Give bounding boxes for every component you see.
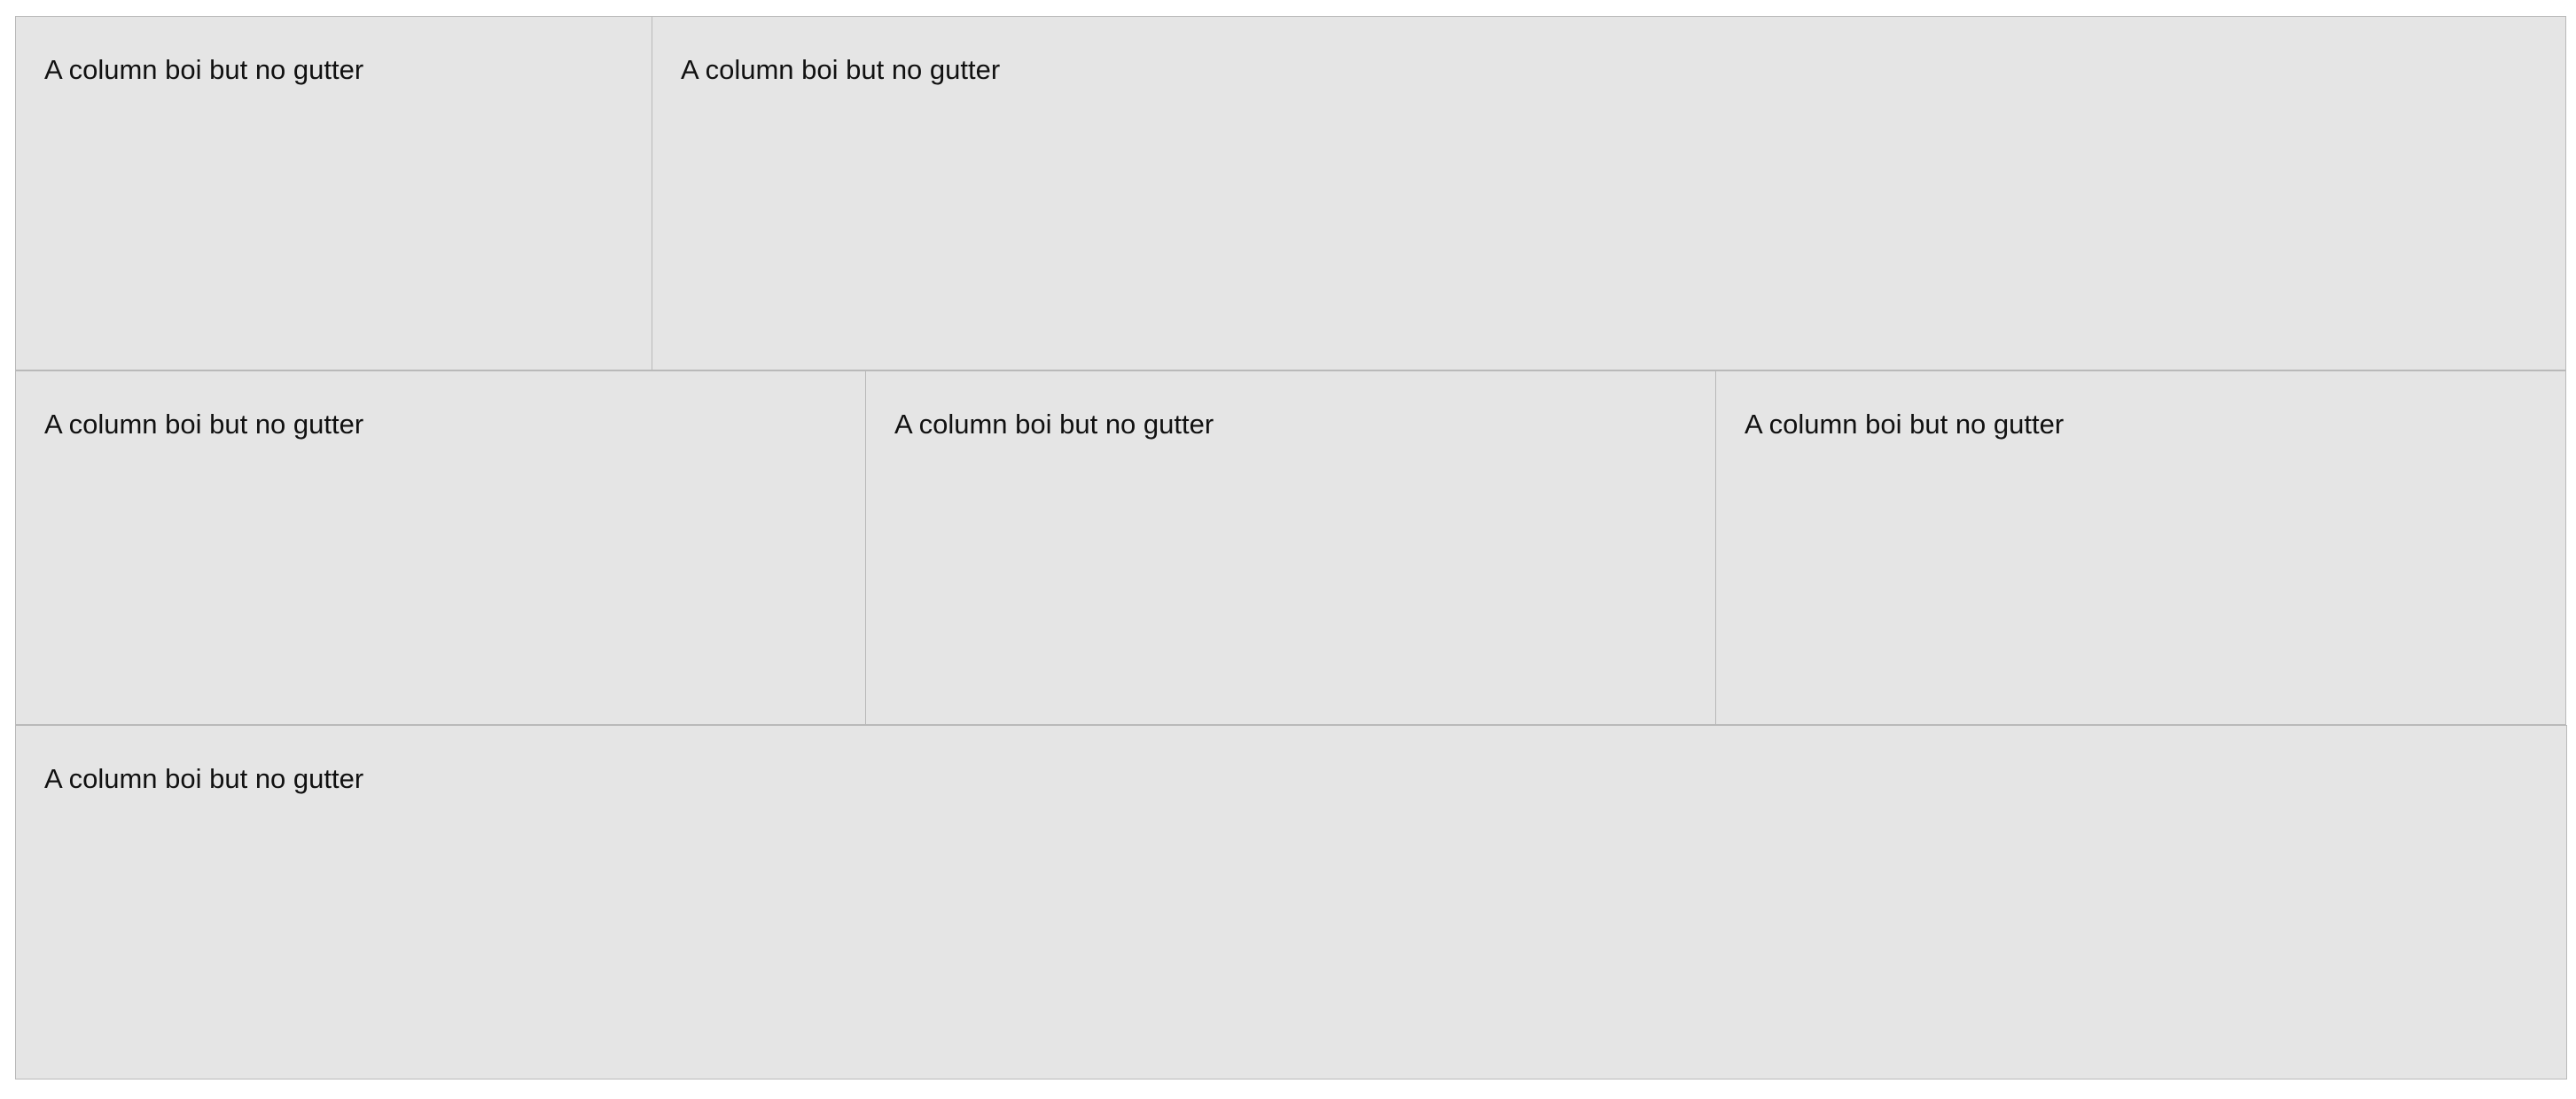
column-label: A column boi but no gutter xyxy=(894,409,1214,440)
grid-column: A column boi but no gutter xyxy=(1715,370,2566,725)
grid-row-3: A column boi but no gutter xyxy=(15,725,2567,1080)
grid-column: A column boi but no gutter xyxy=(652,16,2566,370)
column-label: A column boi but no gutter xyxy=(1745,409,2065,440)
column-label: A column boi but no gutter xyxy=(44,763,364,794)
grid-row-2: A column boi but no gutter A column boi … xyxy=(15,370,2566,725)
column-grid: A column boi but no gutter A column boi … xyxy=(15,16,2567,1080)
column-label: A column boi but no gutter xyxy=(681,54,1001,85)
grid-column: A column boi but no gutter xyxy=(15,16,652,370)
column-label: A column boi but no gutter xyxy=(44,54,364,85)
grid-row-1: A column boi but no gutter A column boi … xyxy=(15,16,2566,370)
grid-column: A column boi but no gutter xyxy=(15,725,2567,1080)
grid-column: A column boi but no gutter xyxy=(15,370,866,725)
column-label: A column boi but no gutter xyxy=(44,409,364,440)
grid-column: A column boi but no gutter xyxy=(865,370,1716,725)
